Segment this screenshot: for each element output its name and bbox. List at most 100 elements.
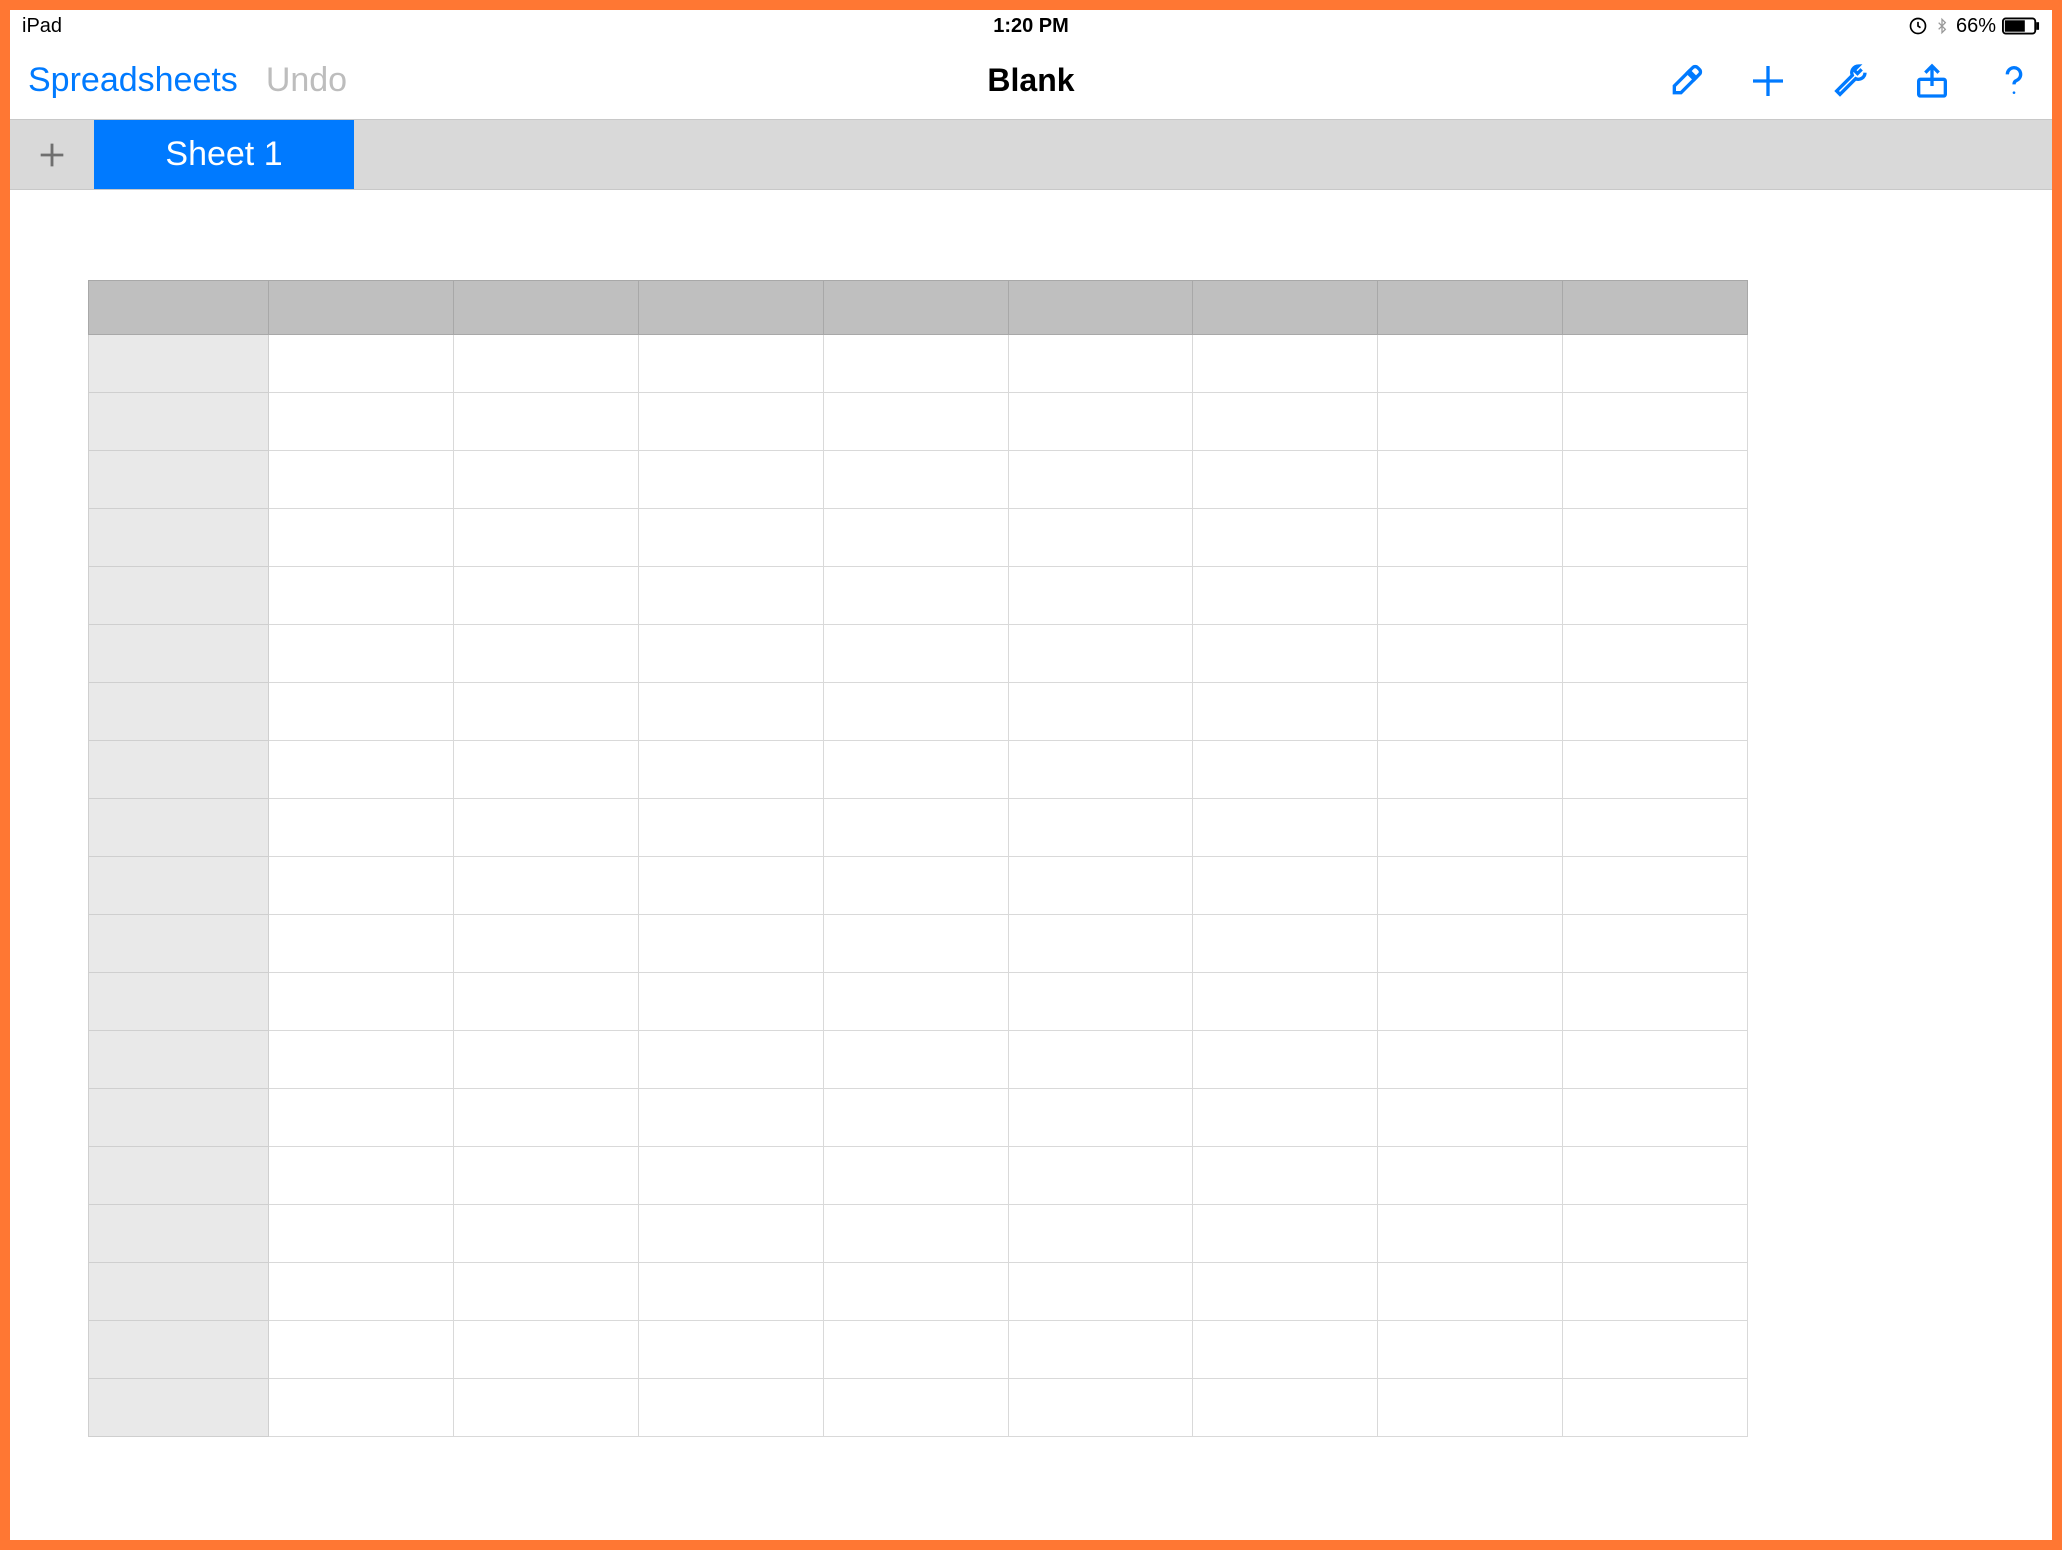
cell[interactable] xyxy=(1193,567,1378,625)
cell[interactable] xyxy=(453,335,638,393)
cell[interactable] xyxy=(1008,1147,1193,1205)
cell[interactable] xyxy=(823,451,1008,509)
cell[interactable] xyxy=(1563,451,1748,509)
cell[interactable] xyxy=(1008,915,1193,973)
cell[interactable] xyxy=(1193,451,1378,509)
cell[interactable] xyxy=(823,625,1008,683)
cell[interactable] xyxy=(453,683,638,741)
cell[interactable] xyxy=(1008,1379,1193,1437)
cell[interactable] xyxy=(1563,567,1748,625)
row-header[interactable] xyxy=(89,1031,269,1089)
cell[interactable] xyxy=(269,1147,454,1205)
cell[interactable] xyxy=(1193,973,1378,1031)
cell[interactable] xyxy=(1193,1147,1378,1205)
paintbrush-icon[interactable] xyxy=(1666,61,1706,101)
cell[interactable] xyxy=(1193,393,1378,451)
cell[interactable] xyxy=(1193,509,1378,567)
cell[interactable] xyxy=(1563,393,1748,451)
row-header[interactable] xyxy=(89,1379,269,1437)
cell[interactable] xyxy=(1378,973,1563,1031)
cell[interactable] xyxy=(453,915,638,973)
cell[interactable] xyxy=(1563,857,1748,915)
row-header[interactable] xyxy=(89,915,269,973)
cell[interactable] xyxy=(269,973,454,1031)
cell[interactable] xyxy=(823,1147,1008,1205)
sheet-tab-active[interactable]: Sheet 1 xyxy=(94,120,354,189)
row-header[interactable] xyxy=(89,625,269,683)
cell[interactable] xyxy=(1008,567,1193,625)
cell[interactable] xyxy=(823,335,1008,393)
cell[interactable] xyxy=(1008,509,1193,567)
cell[interactable] xyxy=(1008,335,1193,393)
cell[interactable] xyxy=(1008,741,1193,799)
cell[interactable] xyxy=(453,1379,638,1437)
cell[interactable] xyxy=(1378,1379,1563,1437)
cell[interactable] xyxy=(453,1321,638,1379)
cell[interactable] xyxy=(453,1205,638,1263)
spreadsheet[interactable] xyxy=(88,280,1748,1437)
document-title[interactable]: Blank xyxy=(987,62,1074,99)
cell[interactable] xyxy=(823,1379,1008,1437)
column-header[interactable] xyxy=(1193,281,1378,335)
cell[interactable] xyxy=(1193,915,1378,973)
row-header[interactable] xyxy=(89,509,269,567)
column-header[interactable] xyxy=(1563,281,1748,335)
wrench-icon[interactable] xyxy=(1830,61,1870,101)
column-header[interactable] xyxy=(638,281,823,335)
cell[interactable] xyxy=(638,451,823,509)
row-header[interactable] xyxy=(89,1147,269,1205)
cell[interactable] xyxy=(269,625,454,683)
cell[interactable] xyxy=(1378,857,1563,915)
column-header[interactable] xyxy=(1378,281,1563,335)
cell[interactable] xyxy=(1193,857,1378,915)
cell[interactable] xyxy=(1008,1263,1193,1321)
column-header[interactable] xyxy=(269,281,454,335)
cell[interactable] xyxy=(1378,625,1563,683)
column-header[interactable] xyxy=(453,281,638,335)
row-header[interactable] xyxy=(89,393,269,451)
cell[interactable] xyxy=(1193,741,1378,799)
cell[interactable] xyxy=(1378,1089,1563,1147)
row-header[interactable] xyxy=(89,799,269,857)
column-header[interactable] xyxy=(1008,281,1193,335)
cell[interactable] xyxy=(823,567,1008,625)
cell[interactable] xyxy=(638,335,823,393)
cell[interactable] xyxy=(269,393,454,451)
cell[interactable] xyxy=(823,741,1008,799)
cell[interactable] xyxy=(1378,915,1563,973)
corner-header[interactable] xyxy=(89,281,269,335)
cell[interactable] xyxy=(1008,857,1193,915)
cell[interactable] xyxy=(1563,1147,1748,1205)
cell[interactable] xyxy=(453,1031,638,1089)
cell[interactable] xyxy=(1563,683,1748,741)
cell[interactable] xyxy=(823,1205,1008,1263)
cell[interactable] xyxy=(453,567,638,625)
cell[interactable] xyxy=(638,973,823,1031)
cell[interactable] xyxy=(453,509,638,567)
cell[interactable] xyxy=(453,451,638,509)
cell[interactable] xyxy=(1008,1031,1193,1089)
column-header[interactable] xyxy=(823,281,1008,335)
cell[interactable] xyxy=(638,1321,823,1379)
cell[interactable] xyxy=(269,1379,454,1437)
cell[interactable] xyxy=(269,1263,454,1321)
cell[interactable] xyxy=(269,1205,454,1263)
cell[interactable] xyxy=(1193,1205,1378,1263)
help-icon[interactable] xyxy=(1994,61,2034,101)
cell[interactable] xyxy=(1008,973,1193,1031)
cell[interactable] xyxy=(1563,509,1748,567)
cell[interactable] xyxy=(823,915,1008,973)
cell[interactable] xyxy=(638,799,823,857)
cell[interactable] xyxy=(1563,1263,1748,1321)
cell[interactable] xyxy=(269,509,454,567)
cell[interactable] xyxy=(1008,1321,1193,1379)
cell[interactable] xyxy=(638,1263,823,1321)
cell[interactable] xyxy=(1378,509,1563,567)
cell[interactable] xyxy=(1563,741,1748,799)
cell[interactable] xyxy=(1193,1263,1378,1321)
cell[interactable] xyxy=(1378,1147,1563,1205)
cell[interactable] xyxy=(823,1263,1008,1321)
cell[interactable] xyxy=(269,915,454,973)
cell[interactable] xyxy=(1378,393,1563,451)
cell[interactable] xyxy=(1378,451,1563,509)
